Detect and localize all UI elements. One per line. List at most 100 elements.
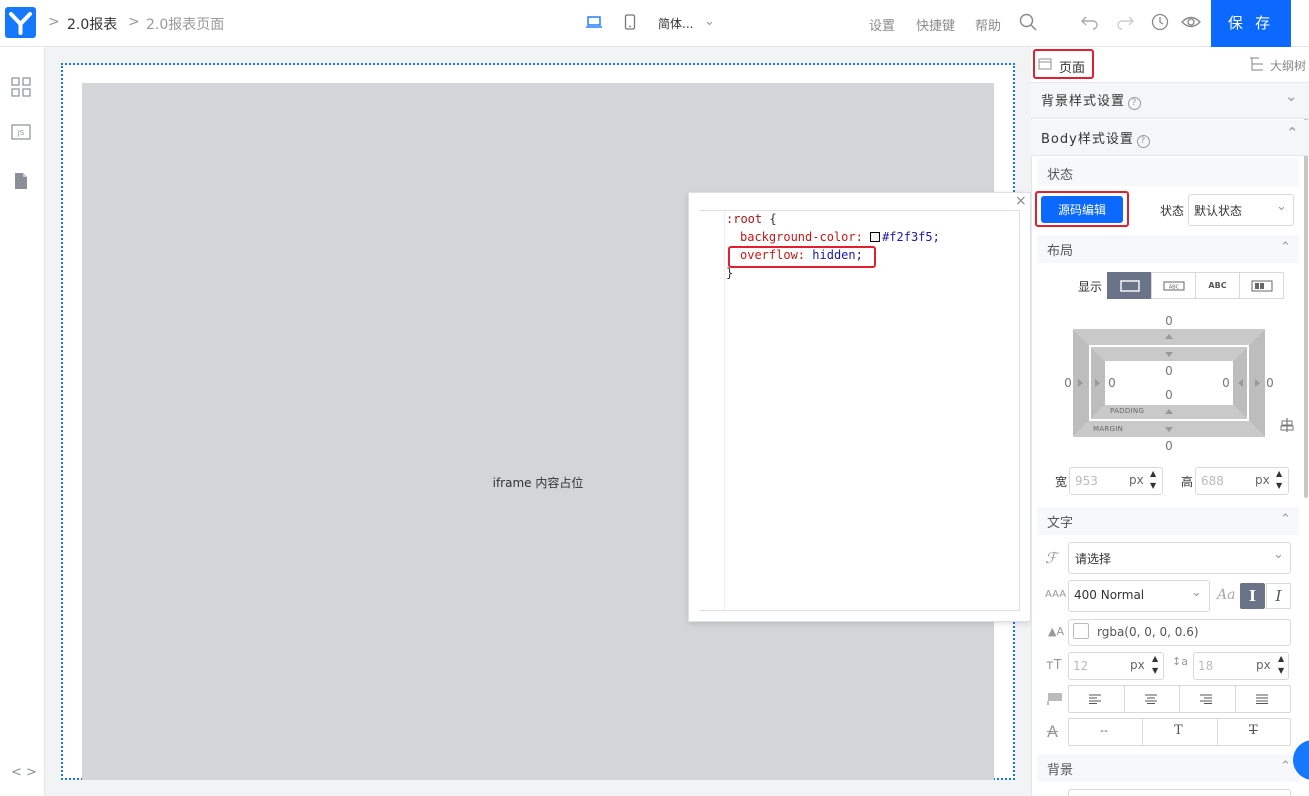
save-button[interactable]: 保 存 — [1211, 0, 1291, 47]
font-family-icon: ℱ — [1045, 549, 1057, 567]
align-icon[interactable] — [1280, 417, 1294, 437]
settings-menu[interactable]: 设置 — [869, 15, 895, 34]
padding-top-value[interactable]: 0 — [1159, 364, 1179, 378]
font-style-normal-button[interactable]: I — [1240, 583, 1265, 609]
bg-style-section-title: 背景样式设置? — [1041, 90, 1142, 110]
decoration-strike-button[interactable]: T — [1249, 723, 1258, 738]
divider — [1217, 719, 1218, 745]
color-swatch — [870, 232, 881, 242]
shortcuts-menu[interactable]: 快捷键 — [916, 15, 955, 34]
margin-top-value[interactable]: 0 — [1159, 314, 1179, 328]
chevron-down-icon: ⌄ — [1273, 547, 1284, 562]
text-section-header[interactable] — [1037, 507, 1299, 535]
chevron-down-icon: ⌄ — [704, 14, 715, 29]
line-height-unit[interactable]: px — [1256, 658, 1271, 672]
height-stepper-icon[interactable]: ▲ ▼ — [1276, 468, 1282, 492]
chevron-right-icon: > — [128, 14, 140, 30]
undo-icon[interactable] — [1081, 14, 1099, 34]
margin-caption: MARGIN — [1093, 425, 1124, 433]
align-justify-icon[interactable] — [1256, 693, 1268, 708]
tab-outline[interactable]: 大纲树 — [1270, 57, 1306, 74]
desktop-icon[interactable] — [586, 15, 602, 33]
code-selector: :root — [726, 212, 763, 226]
font-color-swatch[interactable] — [1073, 623, 1089, 639]
language-select[interactable]: 简体... — [658, 15, 693, 32]
code-gutter — [699, 211, 725, 610]
highlight-overflow — [728, 246, 876, 268]
state-section-header — [1037, 158, 1299, 186]
divider — [1235, 686, 1236, 712]
outline-tree-icon — [1249, 56, 1267, 76]
line-height-stepper-icon[interactable]: ▲ ▼ — [1278, 653, 1284, 677]
display-inline-button[interactable]: ABC — [1195, 272, 1240, 299]
width-placeholder: 953 — [1075, 474, 1098, 488]
padding-right-value[interactable]: 0 — [1216, 376, 1236, 390]
chevron-up-icon[interactable]: ⌃ — [1280, 512, 1291, 527]
font-style-italic-button[interactable]: I — [1266, 583, 1291, 609]
padding-caption: PADDING — [1110, 407, 1145, 415]
svg-text:JS: JS — [17, 129, 25, 137]
redo-icon[interactable] — [1116, 14, 1134, 34]
background-section-title: 背景 — [1047, 763, 1074, 778]
decoration-underline-button[interactable]: T — [1174, 723, 1183, 738]
state-section-title: 状态 — [1047, 168, 1074, 183]
chevron-up-icon[interactable]: ⌃ — [1280, 759, 1291, 774]
highlight-source-edit — [1035, 191, 1129, 227]
margin-left-value[interactable]: 0 — [1058, 376, 1078, 390]
history-icon[interactable] — [1151, 13, 1169, 35]
background-section-header[interactable] — [1037, 754, 1299, 782]
breadcrumb-app[interactable]: 2.0报表 — [67, 14, 117, 34]
font-size-placeholder: 12 — [1073, 659, 1089, 673]
line-height-placeholder: 18 — [1198, 659, 1214, 673]
components-icon[interactable] — [11, 77, 31, 97]
breadcrumb-page[interactable]: 2.0报表页面 — [146, 14, 224, 34]
code-toggle-icon[interactable]: < > — [11, 765, 37, 780]
chevron-up-icon[interactable]: ⌃ — [1286, 124, 1299, 142]
font-size-unit[interactable]: px — [1130, 658, 1145, 672]
code-line[interactable]: :root { — [726, 210, 777, 228]
text-align-icon — [1047, 692, 1063, 710]
layout-section-header[interactable] — [1037, 235, 1299, 263]
body-style-section-title: Body样式设置? — [1041, 128, 1150, 148]
width-unit[interactable]: px — [1129, 473, 1144, 487]
preview-icon[interactable] — [1181, 14, 1201, 34]
align-left-icon[interactable] — [1089, 693, 1101, 708]
help-icon[interactable]: ? — [1128, 97, 1142, 110]
margin-right-value[interactable]: 0 — [1260, 376, 1280, 390]
padding-left-value[interactable]: 0 — [1102, 376, 1122, 390]
search-icon[interactable] — [1019, 13, 1037, 35]
divider — [1179, 686, 1180, 712]
align-right-icon[interactable] — [1200, 693, 1212, 708]
font-weight-icon: AAA — [1045, 589, 1067, 600]
code-value: #f2f3f5; — [882, 230, 940, 244]
code-property: background-color: — [740, 230, 863, 244]
decoration-none-button[interactable]: -- — [1100, 724, 1108, 737]
margin-bottom-value[interactable]: 0 — [1159, 439, 1179, 453]
display-flex-button[interactable] — [1239, 272, 1284, 299]
height-unit[interactable]: px — [1255, 473, 1270, 487]
padding-bottom-value[interactable]: 0 — [1159, 388, 1179, 402]
help-icon[interactable]: ? — [1136, 135, 1150, 148]
close-icon[interactable]: × — [1015, 193, 1027, 209]
line-height-icon: ↕a — [1172, 655, 1188, 668]
display-block-button[interactable] — [1107, 272, 1152, 299]
help-menu[interactable]: 帮助 — [975, 15, 1001, 34]
align-center-icon[interactable] — [1145, 693, 1157, 708]
font-weight-value: 400 Normal — [1074, 588, 1145, 602]
width-stepper-icon[interactable]: ▲ ▼ — [1150, 468, 1156, 492]
js-icon[interactable]: JS — [11, 124, 31, 144]
background-input[interactable] — [1068, 789, 1291, 796]
chevron-down-icon[interactable]: ⌄ — [1285, 87, 1298, 105]
state-select-value: 默认状态 — [1194, 204, 1243, 218]
font-color-value: rgba(0, 0, 0, 0.6) — [1097, 625, 1199, 639]
divider — [1142, 719, 1143, 745]
display-inline-block-button[interactable]: ABC — [1151, 272, 1196, 299]
bg-style-label: 背景样式设置 — [1041, 94, 1126, 109]
code-editor[interactable] — [699, 210, 1020, 611]
file-icon[interactable] — [13, 172, 33, 192]
chevron-up-icon[interactable]: ⌃ — [1280, 240, 1291, 255]
font-size-stepper-icon[interactable]: ▲ ▼ — [1152, 653, 1158, 677]
app-logo[interactable] — [5, 7, 36, 38]
mobile-icon[interactable] — [624, 14, 636, 34]
code-line[interactable]: background-color: #f2f3f5; — [740, 228, 940, 246]
